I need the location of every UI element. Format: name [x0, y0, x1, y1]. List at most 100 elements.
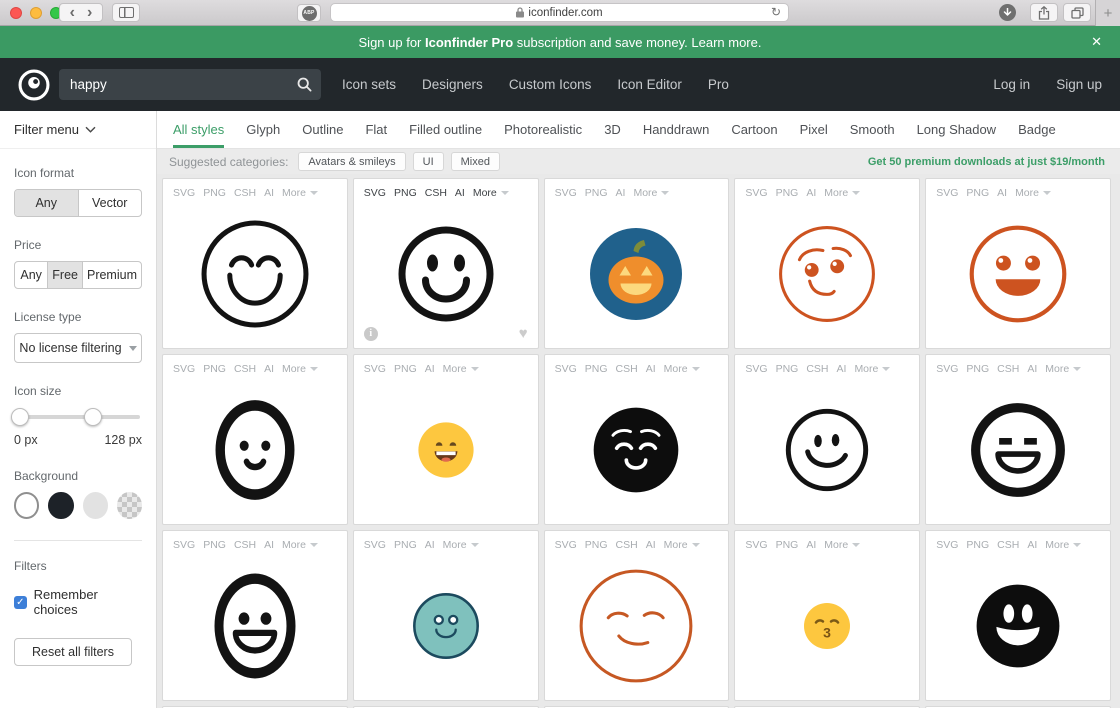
slider-handle-min[interactable]: [10, 408, 29, 426]
category-pill-mixed[interactable]: Mixed: [450, 152, 500, 171]
classic-smiley-icon[interactable]: [354, 199, 538, 348]
format-link-ai[interactable]: AI: [264, 539, 274, 551]
zen-orange-icon[interactable]: [545, 551, 729, 700]
format-link-png[interactable]: PNG: [394, 539, 417, 551]
search-icon[interactable]: [297, 77, 312, 92]
background-swatch-dark[interactable]: [48, 492, 74, 519]
smile-orange-filled-icon[interactable]: [926, 199, 1110, 348]
relieved-glyph-icon[interactable]: [545, 375, 729, 524]
auth-link-log-in[interactable]: Log in: [993, 77, 1030, 92]
format-link-ai[interactable]: AI: [616, 187, 626, 199]
segment-price-premium[interactable]: Premium: [83, 262, 141, 288]
format-link-ai[interactable]: AI: [997, 187, 1007, 199]
minimal-oval-icon[interactable]: [163, 375, 347, 524]
format-link-csh[interactable]: CSH: [234, 187, 256, 199]
format-link-ai[interactable]: AI: [264, 363, 274, 375]
adblock-extension-button[interactable]: ABP: [297, 4, 321, 22]
format-link-png[interactable]: PNG: [776, 539, 799, 551]
format-link-png[interactable]: PNG: [776, 363, 799, 375]
segment-icon-format-vector[interactable]: Vector: [79, 190, 142, 216]
more-dropdown[interactable]: More: [633, 187, 670, 199]
forward-icon[interactable]: ›: [87, 4, 92, 20]
format-link-svg[interactable]: SVG: [936, 363, 958, 375]
share-button[interactable]: [1030, 3, 1058, 22]
more-dropdown[interactable]: More: [443, 363, 479, 375]
format-link-ai[interactable]: AI: [806, 187, 816, 199]
tab-outline[interactable]: Outline: [302, 111, 343, 148]
tab-long-shadow[interactable]: Long Shadow: [917, 111, 997, 148]
sketchy-smiley-icon[interactable]: [735, 375, 919, 524]
format-link-svg[interactable]: SVG: [745, 539, 767, 551]
nav-item-icon-editor[interactable]: Icon Editor: [617, 77, 682, 92]
format-link-ai[interactable]: AI: [425, 363, 435, 375]
grin-emoji-icon[interactable]: [354, 375, 538, 524]
reload-icon[interactable]: ↻: [771, 5, 781, 19]
slider-handle-max[interactable]: [83, 408, 102, 426]
filter-menu-toggle[interactable]: Filter menu: [0, 111, 156, 149]
format-link-png[interactable]: PNG: [776, 187, 799, 199]
format-link-ai[interactable]: AI: [1027, 539, 1037, 551]
license-select[interactable]: No license filtering: [14, 333, 142, 363]
learn-more-link[interactable]: Learn more.: [691, 35, 761, 50]
new-tab-button[interactable]: +: [1095, 0, 1120, 26]
format-link-png[interactable]: PNG: [585, 363, 608, 375]
bold-grin-icon[interactable]: [926, 375, 1110, 524]
tab-3d[interactable]: 3D: [604, 111, 621, 148]
kiss-emoji-icon[interactable]: 3: [735, 551, 919, 700]
format-link-png[interactable]: PNG: [966, 187, 989, 199]
format-link-png[interactable]: PNG: [394, 363, 417, 375]
more-dropdown[interactable]: More: [824, 539, 861, 551]
more-dropdown[interactable]: More: [282, 363, 318, 375]
address-bar[interactable]: iconfinder.com ↻: [330, 3, 789, 22]
sidebar-toggle-button[interactable]: [112, 3, 140, 22]
category-pill-ui[interactable]: UI: [412, 152, 444, 171]
format-link-svg[interactable]: SVG: [555, 539, 577, 551]
oval-teeth-icon[interactable]: [163, 551, 347, 700]
format-link-svg[interactable]: SVG: [936, 539, 958, 551]
more-dropdown[interactable]: More: [1015, 187, 1051, 199]
close-window-button[interactable]: [10, 7, 22, 19]
tab-glyph[interactable]: Glyph: [246, 111, 280, 148]
tab-flat[interactable]: Flat: [365, 111, 387, 148]
nav-item-pro[interactable]: Pro: [708, 77, 729, 92]
more-dropdown[interactable]: More: [1045, 539, 1082, 551]
more-dropdown[interactable]: More: [473, 187, 509, 199]
search-input[interactable]: [59, 69, 321, 100]
format-link-csh[interactable]: CSH: [234, 539, 256, 551]
format-link-png[interactable]: PNG: [585, 539, 608, 551]
teal-flat-icon[interactable]: [354, 551, 538, 700]
more-dropdown[interactable]: More: [1045, 363, 1082, 375]
tab-overview-button[interactable]: [1063, 3, 1091, 22]
background-swatch-transparent[interactable]: [116, 492, 143, 519]
format-link-svg[interactable]: SVG: [555, 363, 577, 375]
background-swatch-white[interactable]: [14, 492, 40, 519]
premium-promo-link[interactable]: Get 50 premium downloads at just $19/mon…: [868, 156, 1108, 168]
tab-pixel[interactable]: Pixel: [800, 111, 828, 148]
format-link-png[interactable]: PNG: [203, 539, 226, 551]
format-link-ai[interactable]: AI: [806, 539, 816, 551]
info-icon[interactable]: i: [363, 327, 378, 341]
format-link-svg[interactable]: SVG: [745, 187, 767, 199]
format-link-csh[interactable]: CSH: [806, 363, 828, 375]
format-link-svg[interactable]: SVG: [364, 363, 386, 375]
format-link-ai[interactable]: AI: [455, 187, 465, 199]
format-link-csh[interactable]: CSH: [616, 539, 638, 551]
format-link-csh[interactable]: CSH: [997, 363, 1019, 375]
tab-filled-outline[interactable]: Filled outline: [409, 111, 482, 148]
nav-item-designers[interactable]: Designers: [422, 77, 483, 92]
format-link-ai[interactable]: AI: [425, 539, 435, 551]
nav-item-icon-sets[interactable]: Icon sets: [342, 77, 396, 92]
more-dropdown[interactable]: More: [664, 363, 700, 375]
format-link-png[interactable]: PNG: [966, 539, 989, 551]
banner-close-icon[interactable]: ✕: [1091, 26, 1102, 58]
downloads-button[interactable]: [999, 4, 1016, 21]
format-link-png[interactable]: PNG: [203, 363, 226, 375]
format-link-csh[interactable]: CSH: [234, 363, 256, 375]
minimize-window-button[interactable]: [30, 7, 42, 19]
segment-price-any[interactable]: Any: [15, 262, 49, 288]
format-link-ai[interactable]: AI: [264, 187, 274, 199]
heart-icon[interactable]: ♥: [519, 326, 528, 341]
tab-handdrawn[interactable]: Handdrawn: [643, 111, 710, 148]
more-dropdown[interactable]: More: [854, 363, 891, 375]
format-link-svg[interactable]: SVG: [364, 187, 386, 199]
